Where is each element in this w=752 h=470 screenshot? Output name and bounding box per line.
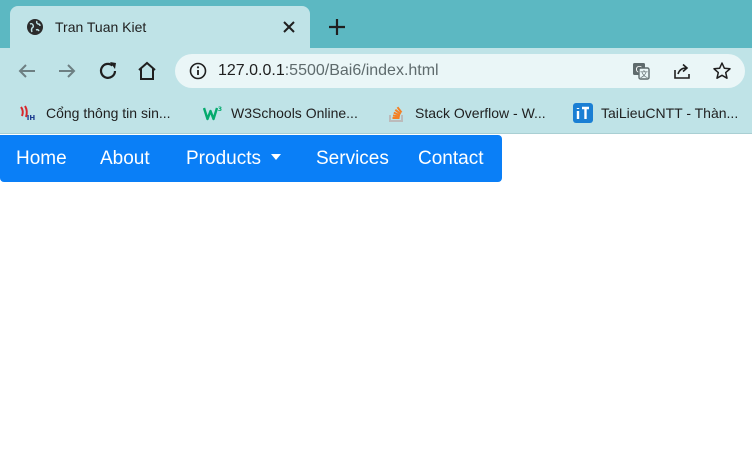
dropdown-caret-icon	[270, 154, 281, 160]
tab-strip: Tran Tuan Kiet	[0, 0, 752, 48]
bookmark-item[interactable]: 3 W3Schools Online...	[203, 103, 358, 123]
url-host: 127.0.0.1	[218, 62, 285, 79]
nav-link-products[interactable]: Products	[186, 148, 281, 170]
new-tab-icon[interactable]	[326, 16, 348, 38]
translate-icon[interactable]: G 文	[631, 61, 651, 81]
browser-toolbar: 127.0.0.1:5500/Bai6/index.html G 文	[0, 48, 752, 94]
home-icon[interactable]	[135, 59, 159, 83]
bookmark-item[interactable]: TaiLieuCNTT - Thàn...	[573, 103, 738, 123]
back-arrow-icon[interactable]	[15, 59, 39, 83]
bookmark-item[interactable]: IH Cổng thông tin sin...	[18, 103, 171, 123]
svg-text:文: 文	[640, 69, 648, 79]
url-text: 127.0.0.1:5500/Bai6/index.html	[218, 62, 439, 80]
nav-link-services[interactable]: Services	[316, 148, 389, 170]
close-tab-icon[interactable]	[280, 18, 298, 36]
tab-title: Tran Tuan Kiet	[55, 19, 147, 35]
bookmark-item[interactable]: Stack Overflow - W...	[387, 103, 546, 123]
bookmark-label: TaiLieuCNTT - Thàn...	[601, 105, 739, 121]
tailieucntt-icon	[573, 103, 593, 123]
browser-tab[interactable]: Tran Tuan Kiet	[10, 6, 310, 48]
reload-icon[interactable]	[96, 59, 120, 83]
page-viewport: Home About Products Services Contact	[0, 135, 752, 470]
w3schools-icon: 3	[203, 103, 223, 123]
stackoverflow-icon	[387, 103, 407, 123]
navbar: Home About Products Services Contact	[0, 135, 502, 182]
site-info-icon[interactable]	[189, 62, 207, 80]
svg-text:IH: IH	[27, 114, 36, 122]
nav-link-products-label: Products	[186, 148, 261, 169]
bookmark-label: Cổng thông tin sin...	[46, 105, 171, 121]
nav-link-about[interactable]: About	[100, 148, 150, 170]
bookmarks-bar: IH Cổng thông tin sin... 3 W3Schools Onl…	[0, 94, 752, 134]
svg-text:3: 3	[218, 106, 222, 113]
nav-link-contact[interactable]: Contact	[418, 148, 483, 170]
nav-link-home[interactable]: Home	[16, 148, 67, 170]
ih-logo-icon: IH	[18, 103, 38, 123]
url-path: :5500/Bai6/index.html	[284, 62, 439, 79]
bookmark-label: Stack Overflow - W...	[415, 105, 546, 121]
address-bar[interactable]: 127.0.0.1:5500/Bai6/index.html G 文	[175, 54, 745, 88]
bookmark-star-icon[interactable]	[712, 61, 732, 81]
share-icon[interactable]	[672, 61, 692, 81]
forward-arrow-icon[interactable]	[55, 59, 79, 83]
bookmark-label: W3Schools Online...	[231, 105, 358, 121]
globe-icon	[27, 19, 43, 35]
